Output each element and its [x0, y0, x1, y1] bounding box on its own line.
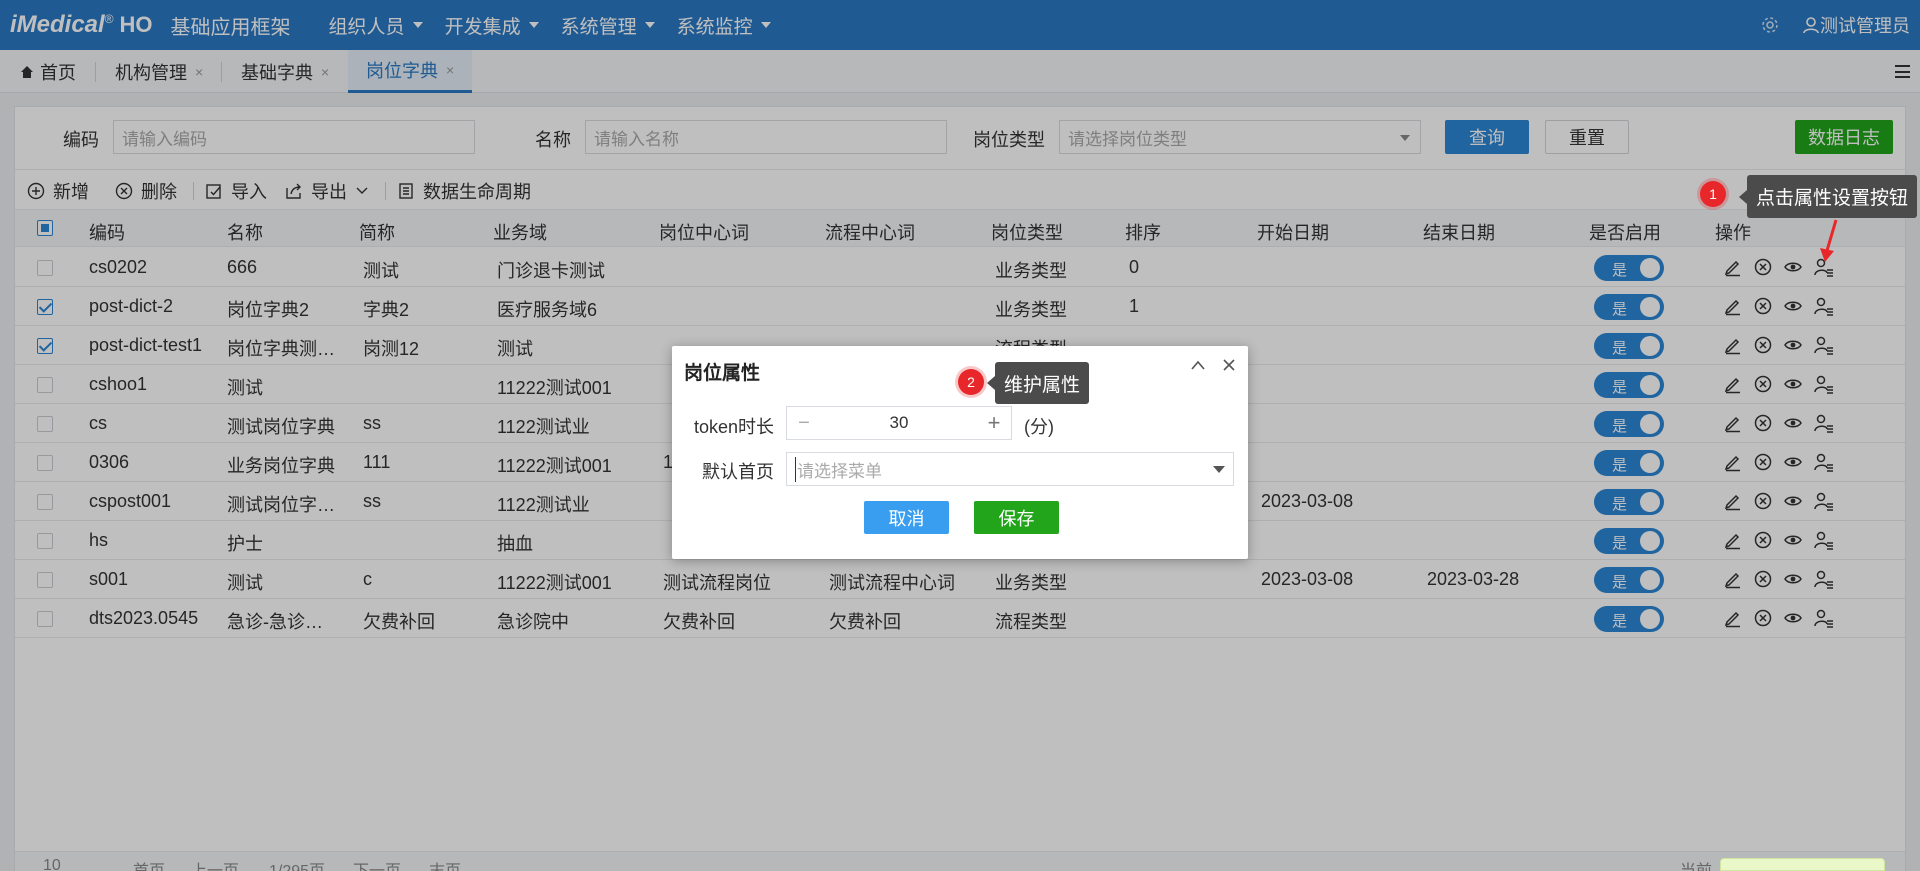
collapse-icon[interactable]	[1190, 359, 1206, 371]
token-duration-stepper: − 30 +	[786, 406, 1012, 440]
step-1-tooltip: 点击属性设置按钮	[1738, 175, 1918, 218]
increment-button[interactable]: +	[977, 410, 1011, 436]
token-duration-value[interactable]: 30	[821, 413, 977, 433]
save-button[interactable]: 保存	[974, 501, 1059, 534]
token-duration-label: token时长	[694, 417, 775, 437]
close-icon[interactable]	[1222, 358, 1236, 372]
step-1-badge: 1	[1700, 181, 1726, 207]
step-2-tooltip: 维护属性	[986, 362, 1090, 404]
default-home-select[interactable]: 请选择菜单	[786, 452, 1234, 486]
dialog-controls	[1174, 358, 1236, 372]
dialog-title: 岗位属性	[684, 363, 761, 384]
default-home-label: 默认首页	[702, 462, 774, 482]
floating-widget	[1720, 858, 1885, 871]
step-2-badge: 2	[958, 369, 984, 395]
chevron-down-icon	[1213, 466, 1225, 473]
arrow-icon	[1820, 219, 1838, 262]
token-unit: (分)	[1024, 417, 1054, 437]
cancel-button[interactable]: 取消	[864, 501, 949, 534]
decrement-button[interactable]: −	[787, 412, 821, 435]
